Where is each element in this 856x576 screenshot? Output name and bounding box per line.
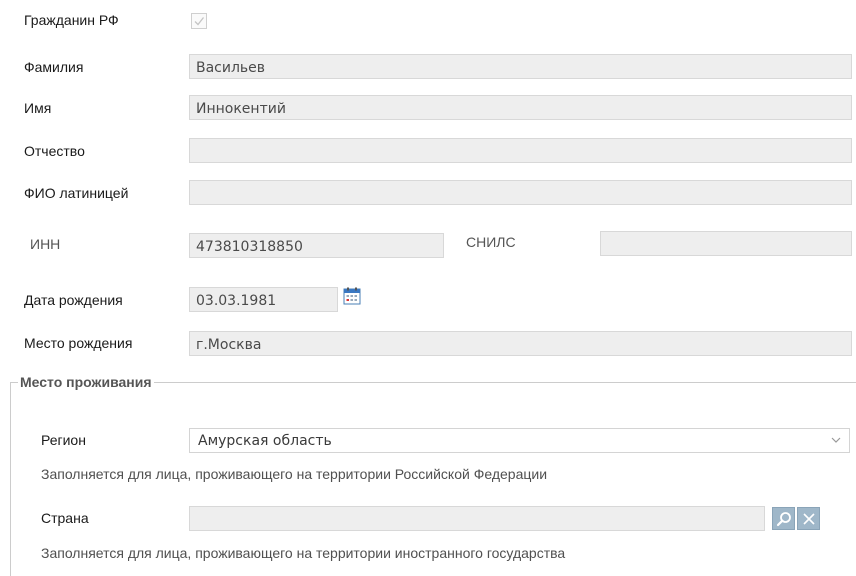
birthplace-field[interactable]: г.Москва [189,331,852,356]
region-select[interactable]: Амурская область [189,428,850,453]
country-search-button[interactable] [772,507,795,530]
inn-label: ИНН [30,236,61,252]
residence-legend: Место проживания [18,374,154,390]
country-field[interactable] [189,506,765,531]
citizen-label: Гражданин РФ [24,12,119,28]
snils-label: СНИЛС [466,234,516,250]
citizen-checkbox[interactable] [191,13,207,29]
surname-label: Фамилия [24,59,84,75]
name-field[interactable]: Иннокентий [189,95,852,120]
check-icon [194,17,205,26]
region-select-value: Амурская область [198,433,332,449]
country-hint: Заполняется для лица, проживающего на те… [41,545,566,561]
birthplace-label: Место рождения [24,335,133,351]
patronymic-label: Отчество [24,143,85,159]
search-icon [776,512,791,527]
close-icon [803,513,815,525]
patronymic-field[interactable] [189,138,852,163]
country-label: Страна [41,510,89,526]
surname-field[interactable]: Васильев [189,54,852,79]
region-label: Регион [41,432,86,448]
fieldset-left-border [10,382,11,576]
inn-field[interactable]: 473810318850 [189,233,444,258]
latin-name-field[interactable] [189,180,852,205]
birthdate-field[interactable]: 03.03.1981 [189,287,338,312]
region-hint: Заполняется для лица, проживающего на те… [41,466,548,482]
snils-field[interactable] [600,231,852,256]
name-label: Имя [24,100,52,116]
birthdate-label: Дата рождения [24,292,123,308]
calendar-icon[interactable] [343,287,361,305]
latin-name-label: ФИО латиницей [24,185,129,201]
country-clear-button[interactable] [797,507,820,530]
chevron-down-icon [831,437,841,443]
